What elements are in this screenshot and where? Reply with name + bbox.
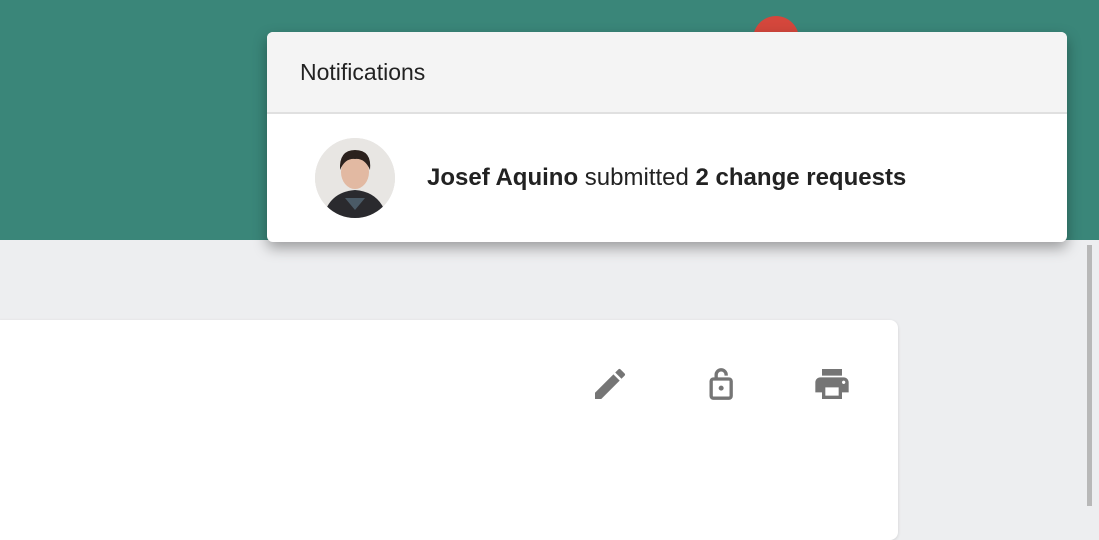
content-card [0,320,898,540]
notification-actor[interactable]: Josef Aquino [427,164,578,191]
notifications-title: Notifications [267,32,1067,114]
notification-item[interactable]: Josef Aquino submitted 2 change requests [267,114,1067,242]
edit-pencil-icon[interactable] [590,364,630,404]
notification-text: Josef Aquino submitted 2 change requests [427,164,906,192]
avatar [315,138,395,218]
lock-open-icon[interactable] [702,364,742,404]
printer-icon[interactable] [812,364,852,404]
notifications-popup: Notifications Josef Aquino submitted 2 c… [267,32,1067,242]
notification-object[interactable]: 2 change requests [696,164,907,191]
notification-action: submitted [584,164,689,191]
scrollbar[interactable] [1087,245,1092,506]
